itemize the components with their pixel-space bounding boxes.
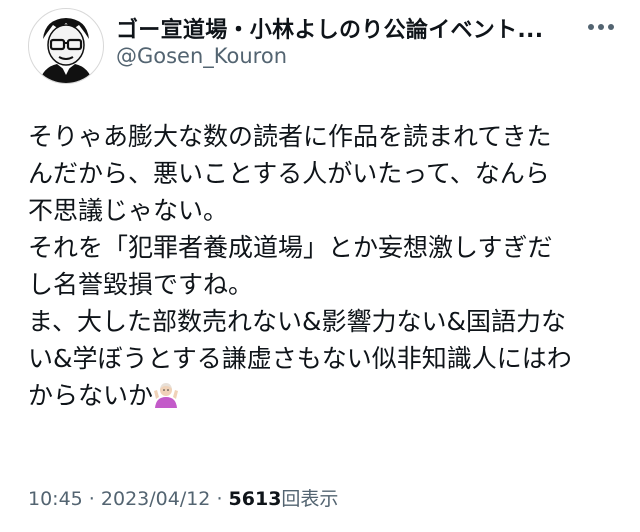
views-label: 回表示 — [281, 488, 339, 510]
tweet-line-last: からないか — [28, 377, 598, 414]
tweet-line: し名誉毀損ですね。 — [28, 270, 254, 299]
author-display-name[interactable]: ゴー宣道場・小林よしのり公論イベント... — [116, 12, 543, 44]
tweet-line: 不思議じゃない。 — [28, 196, 229, 225]
person-shrugging-emoji — [154, 383, 179, 408]
tweet-time[interactable]: 10:45 — [28, 488, 83, 510]
tweet-line: そりゃあ膨大な数の読者に作品を読まれてきた — [28, 122, 552, 151]
tweet-line: それを「犯罪者養成道場」とか妄想激しすぎだ — [28, 233, 553, 262]
tweet-meta: 10:45 · 2023/04/12 · 5613回表示 — [28, 484, 338, 511]
more-options-icon[interactable] — [586, 20, 616, 34]
author-handle[interactable]: @Gosen_Kouron — [116, 44, 287, 68]
tweet-line-text: からないか — [28, 381, 154, 410]
tweet-line: い&学ぼうとする謙虚さもない似非知識人にはわ — [28, 344, 572, 373]
views-count: 5613 — [228, 488, 282, 510]
caricature-avatar-icon — [30, 10, 102, 83]
meta-separator: · — [210, 488, 229, 510]
tweet-date[interactable]: 2023/04/12 — [101, 488, 211, 510]
author-avatar[interactable] — [28, 8, 104, 84]
meta-separator: · — [82, 488, 101, 510]
tweet-line: ま、大した部数売れない&影響力ない&国語力な — [28, 307, 566, 336]
tweet-text: そりゃあ膨大な数の読者に作品を読まれてきた んだから、悪いことする人がいたって、… — [28, 118, 598, 414]
tweet-line: んだから、悪いことする人がいたって、なんら — [28, 159, 550, 188]
